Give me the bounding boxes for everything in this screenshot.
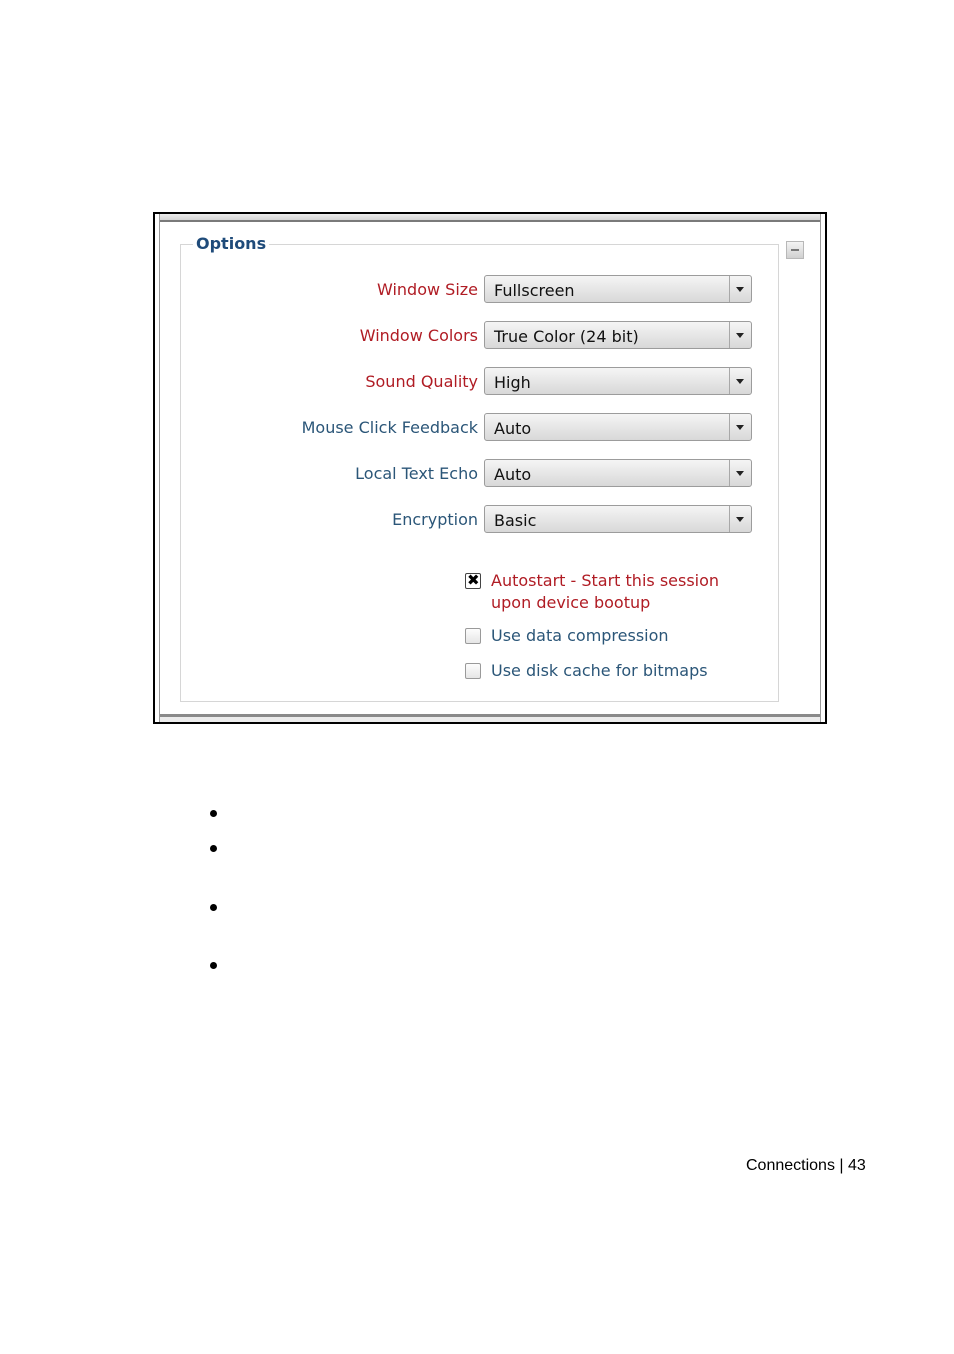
bullet-point xyxy=(210,845,217,852)
checkmark-x-icon: ✖ xyxy=(467,571,480,589)
disk-cache-checkbox[interactable] xyxy=(465,663,481,679)
options-screenshot: Options Window Size Fullscreen Window Co… xyxy=(153,212,827,724)
chevron-down-icon[interactable] xyxy=(729,276,751,302)
field-mouse-click-feedback: Mouse Click Feedback Auto xyxy=(181,413,778,443)
window-size-label: Window Size xyxy=(376,280,478,299)
window-colors-label: Window Colors xyxy=(359,326,478,345)
local-text-echo-select[interactable]: Auto xyxy=(484,459,752,487)
autostart-checkbox[interactable]: ✖ xyxy=(465,571,481,589)
bullet-point xyxy=(210,962,217,969)
encryption-value: Basic xyxy=(494,511,537,530)
field-window-colors: Window Colors True Color (24 bit) xyxy=(181,321,778,351)
disk-cache-label[interactable]: Use disk cache for bitmaps xyxy=(491,660,708,682)
sound-quality-select[interactable]: High xyxy=(484,367,752,395)
encryption-select[interactable]: Basic xyxy=(484,505,752,533)
field-local-text-echo: Local Text Echo Auto xyxy=(181,459,778,489)
page-footer: Connections | 43 xyxy=(746,1157,866,1174)
sound-quality-label: Sound Quality xyxy=(365,372,478,391)
bullet-point xyxy=(210,810,217,817)
field-sound-quality: Sound Quality High xyxy=(181,367,778,397)
options-legend: Options xyxy=(193,234,270,253)
local-text-echo-label: Local Text Echo xyxy=(355,464,478,483)
chevron-down-icon[interactable] xyxy=(729,506,751,532)
window-size-select[interactable]: Fullscreen xyxy=(484,275,752,303)
mouse-click-feedback-select[interactable]: Auto xyxy=(484,413,752,441)
data-compression-checkbox[interactable] xyxy=(465,628,481,644)
top-bar xyxy=(160,214,820,222)
options-fieldset: Options Window Size Fullscreen Window Co… xyxy=(180,234,779,702)
window-colors-select[interactable]: True Color (24 bit) xyxy=(484,321,752,349)
bullet-point xyxy=(210,904,217,911)
window-frame: Options Window Size Fullscreen Window Co… xyxy=(159,214,821,722)
field-encryption: Encryption Basic xyxy=(181,505,778,535)
window-size-value: Fullscreen xyxy=(494,281,575,300)
encryption-label: Encryption xyxy=(392,510,478,529)
local-text-echo-value: Auto xyxy=(494,465,532,484)
autostart-label-line1: Autostart - Start this session xyxy=(491,571,720,590)
chevron-down-icon[interactable] xyxy=(729,368,751,394)
data-compression-label[interactable]: Use data compression xyxy=(491,625,669,647)
collapse-minus-icon[interactable] xyxy=(786,241,804,259)
bottom-bar xyxy=(160,714,820,722)
chevron-down-icon[interactable] xyxy=(729,460,751,486)
sound-quality-value: High xyxy=(494,373,531,392)
chevron-down-icon[interactable] xyxy=(729,322,751,348)
mouse-click-feedback-label: Mouse Click Feedback xyxy=(301,418,478,437)
autostart-label[interactable]: Autostart - Start this session upon devi… xyxy=(491,570,719,614)
window-colors-value: True Color (24 bit) xyxy=(494,327,639,346)
mouse-click-feedback-value: Auto xyxy=(494,419,532,438)
chevron-down-icon[interactable] xyxy=(729,414,751,440)
field-window-size: Window Size Fullscreen xyxy=(181,275,778,305)
autostart-label-line2: upon device bootup xyxy=(491,593,651,612)
